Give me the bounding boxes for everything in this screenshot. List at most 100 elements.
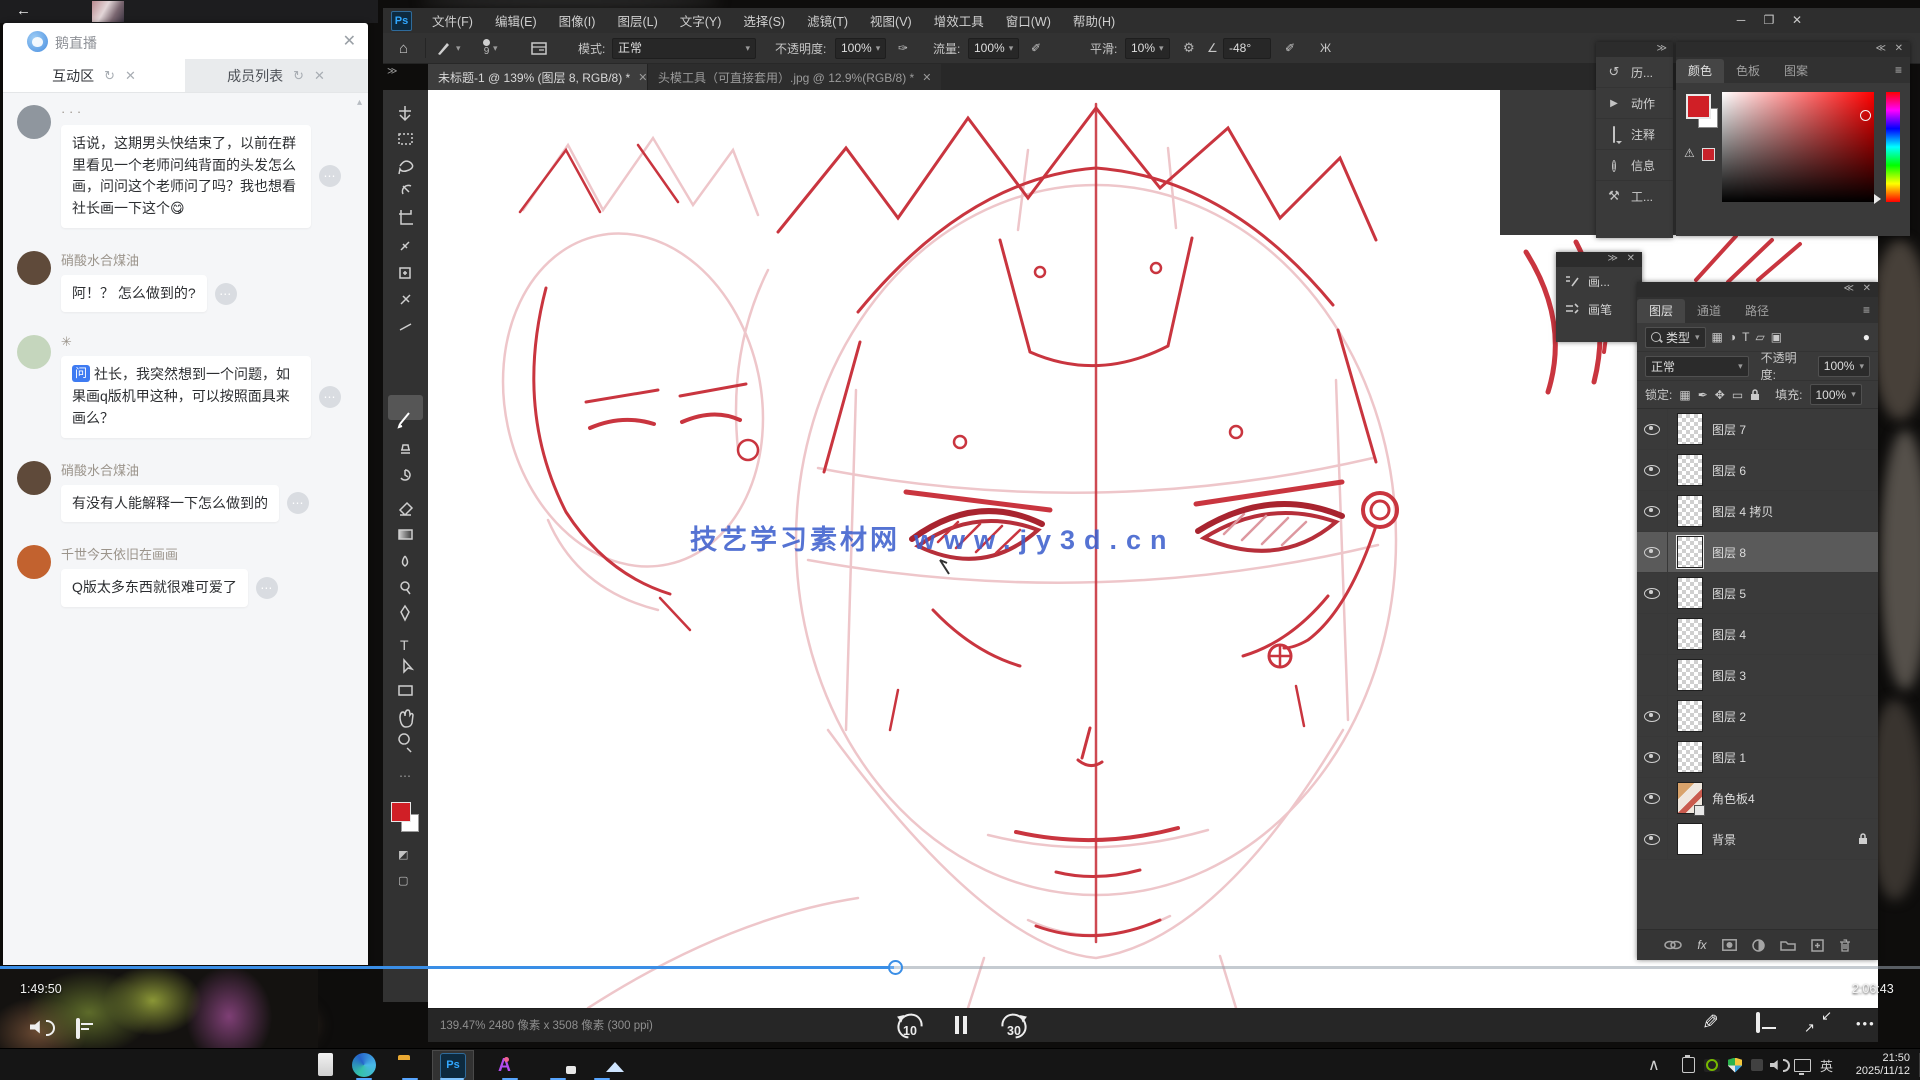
menu-item[interactable]: 窗口(W) xyxy=(995,11,1062,30)
layer-row[interactable]: 图层 4 xyxy=(1637,614,1878,655)
history-panel-button[interactable]: ↺历... xyxy=(1596,57,1673,88)
visibility-eye-icon[interactable] xyxy=(1644,752,1660,763)
layer-name[interactable]: 角色板4 xyxy=(1712,790,1755,807)
link-layers-icon[interactable] xyxy=(1664,939,1682,951)
tab-interaction[interactable]: 互动区 ↻ ✕ xyxy=(3,59,185,92)
visibility-cell[interactable] xyxy=(1637,819,1668,859)
danmaku-toggle-icon[interactable] xyxy=(76,1018,80,1039)
saturation-brightness-box[interactable] xyxy=(1722,92,1874,202)
layer-row[interactable]: 图层 4 拷贝 xyxy=(1637,491,1878,532)
doc-tab-inactive[interactable]: 头模工具（可直接套用）.jpg @ 12.9%(RGB/8) *✕ xyxy=(647,64,941,90)
art-app-icon[interactable]: A xyxy=(498,1055,511,1075)
layer-thumbnail[interactable] xyxy=(1677,495,1703,527)
layer-name[interactable]: 图层 3 xyxy=(1712,667,1746,684)
close-tab-icon[interactable]: ✕ xyxy=(922,71,931,84)
filter-pixel-icon[interactable]: ▦ xyxy=(1712,330,1723,344)
tab-color[interactable]: 颜色 xyxy=(1676,59,1724,83)
visibility-eye-icon[interactable] xyxy=(1644,711,1660,722)
maximize-button[interactable]: ❐ xyxy=(1755,8,1783,33)
menu-item[interactable]: 增效工具 xyxy=(923,11,995,30)
tab-patterns[interactable]: 图案 xyxy=(1772,59,1820,83)
chat-close-icon[interactable]: ✕ xyxy=(343,31,356,51)
brush-size-picker[interactable]: 9 ▾ xyxy=(483,33,498,63)
message-more-button[interactable]: ⋯ xyxy=(287,492,309,514)
airbrush-toggle-icon[interactable]: ✐ xyxy=(1285,33,1295,63)
visibility-eye-icon[interactable] xyxy=(1644,547,1660,558)
lock-pixels-icon[interactable]: ✒ xyxy=(1698,388,1708,402)
layer-name[interactable]: 图层 8 xyxy=(1712,544,1746,561)
visibility-cell[interactable] xyxy=(1637,573,1668,613)
close-button[interactable]: ✕ xyxy=(1783,8,1811,33)
menu-item[interactable]: 文件(F) xyxy=(421,11,484,30)
visibility-cell[interactable] xyxy=(1637,737,1668,777)
visibility-eye-icon[interactable] xyxy=(1644,588,1660,599)
brush-settings-button[interactable]: 画... xyxy=(1556,267,1642,295)
chat-message-area[interactable]: ▴ · · ·话说，这期男头快结束了，以前在群里看见一个老师问纯背面的头发怎么画… xyxy=(3,93,368,965)
avatar[interactable] xyxy=(17,545,51,579)
layer-row[interactable]: 背景 xyxy=(1637,819,1878,860)
layer-name[interactable]: 背景 xyxy=(1712,831,1736,848)
new-layer-icon[interactable] xyxy=(1811,939,1824,952)
layer-row[interactable]: 图层 1 xyxy=(1637,737,1878,778)
menu-item[interactable]: 滤镜(T) xyxy=(796,11,859,30)
visibility-cell[interactable] xyxy=(1637,614,1668,654)
collapse-panel-icon[interactable]: ≪ xyxy=(1844,283,1854,294)
mode-select[interactable]: 正常▾ xyxy=(612,33,756,63)
visibility-cell[interactable] xyxy=(1637,409,1668,449)
close-tab-icon[interactable]: ✕ xyxy=(314,68,325,84)
defender-tray-icon[interactable] xyxy=(1728,1049,1742,1080)
timeline-handle[interactable] xyxy=(888,960,903,975)
nvidia-tray-icon[interactable] xyxy=(1704,1049,1720,1080)
filter-adjustment-icon[interactable]: ◑ xyxy=(1729,330,1736,344)
blend-mode-select[interactable]: 正常▾ xyxy=(1645,356,1749,377)
message-more-button[interactable]: ⋯ xyxy=(319,386,341,408)
visibility-cell[interactable] xyxy=(1637,450,1668,490)
layer-name[interactable]: 图层 5 xyxy=(1712,585,1746,602)
visibility-cell[interactable] xyxy=(1637,491,1668,531)
layer-thumbnail[interactable] xyxy=(1677,618,1703,650)
layer-thumbnail[interactable] xyxy=(1677,577,1703,609)
visibility-cell[interactable] xyxy=(1637,532,1668,572)
avatar[interactable] xyxy=(17,105,51,139)
menu-item[interactable]: 视图(V) xyxy=(859,11,923,30)
visibility-eye-icon[interactable] xyxy=(1644,465,1660,476)
toggle-brush-panel-button[interactable] xyxy=(531,33,548,63)
more-options-button[interactable]: ••• xyxy=(1856,1016,1876,1031)
layer-thumbnail[interactable] xyxy=(1677,536,1703,568)
layer-name[interactable]: 图层 1 xyxy=(1712,749,1746,766)
hue-slider-marker[interactable] xyxy=(1874,194,1886,204)
adjustment-layer-icon[interactable] xyxy=(1752,939,1765,952)
lock-all-icon[interactable] xyxy=(1750,389,1760,401)
foreground-color-swatch[interactable] xyxy=(1686,94,1711,119)
visibility-eye-icon[interactable] xyxy=(1644,834,1660,845)
photoshop-taskbar-icon[interactable]: Ps xyxy=(440,1053,466,1079)
layer-row[interactable]: 图层 5 xyxy=(1637,573,1878,614)
delete-layer-icon[interactable] xyxy=(1839,939,1851,952)
ime-indicator[interactable]: 英 xyxy=(1820,1049,1833,1080)
tab-swatches[interactable]: 色板 xyxy=(1724,59,1772,83)
menu-item[interactable]: 帮助(H) xyxy=(1062,11,1126,30)
lock-artboard-icon[interactable]: ▭ xyxy=(1732,388,1743,402)
tray-expand-chevron[interactable]: ∧ xyxy=(1648,1049,1660,1080)
visibility-eye-icon[interactable] xyxy=(1644,506,1660,517)
layer-row[interactable]: 图层 6 xyxy=(1637,450,1878,491)
pause-button[interactable] xyxy=(952,1016,970,1034)
notes-panel-button[interactable]: 注释 xyxy=(1596,119,1673,150)
panel-menu-icon[interactable]: ≡ xyxy=(1863,303,1870,317)
info-panel-button[interactable]: i信息 xyxy=(1596,150,1673,181)
panel-menu-icon[interactable]: ≡ xyxy=(1895,63,1902,77)
home-button[interactable]: ⌂ xyxy=(399,33,408,63)
close-tab-icon[interactable]: ✕ xyxy=(125,68,136,84)
layer-thumbnail[interactable] xyxy=(1677,741,1703,773)
menu-item[interactable]: 图层(L) xyxy=(606,11,668,30)
expand-panels-icon[interactable]: ≫ xyxy=(1657,43,1667,54)
layer-thumbnail[interactable] xyxy=(1677,454,1703,486)
opacity-select[interactable]: 100%▾ xyxy=(835,33,886,63)
exit-fullscreen-button[interactable]: ↙ ↗ xyxy=(1804,1008,1832,1036)
avatar[interactable] xyxy=(17,251,51,285)
visibility-cell[interactable] xyxy=(1637,778,1668,818)
filter-smartobj-icon[interactable]: ▣ xyxy=(1771,330,1782,344)
layer-thumbnail[interactable] xyxy=(1677,413,1703,445)
lock-transparency-icon[interactable]: ▦ xyxy=(1679,388,1690,402)
new-group-icon[interactable] xyxy=(1780,939,1796,951)
